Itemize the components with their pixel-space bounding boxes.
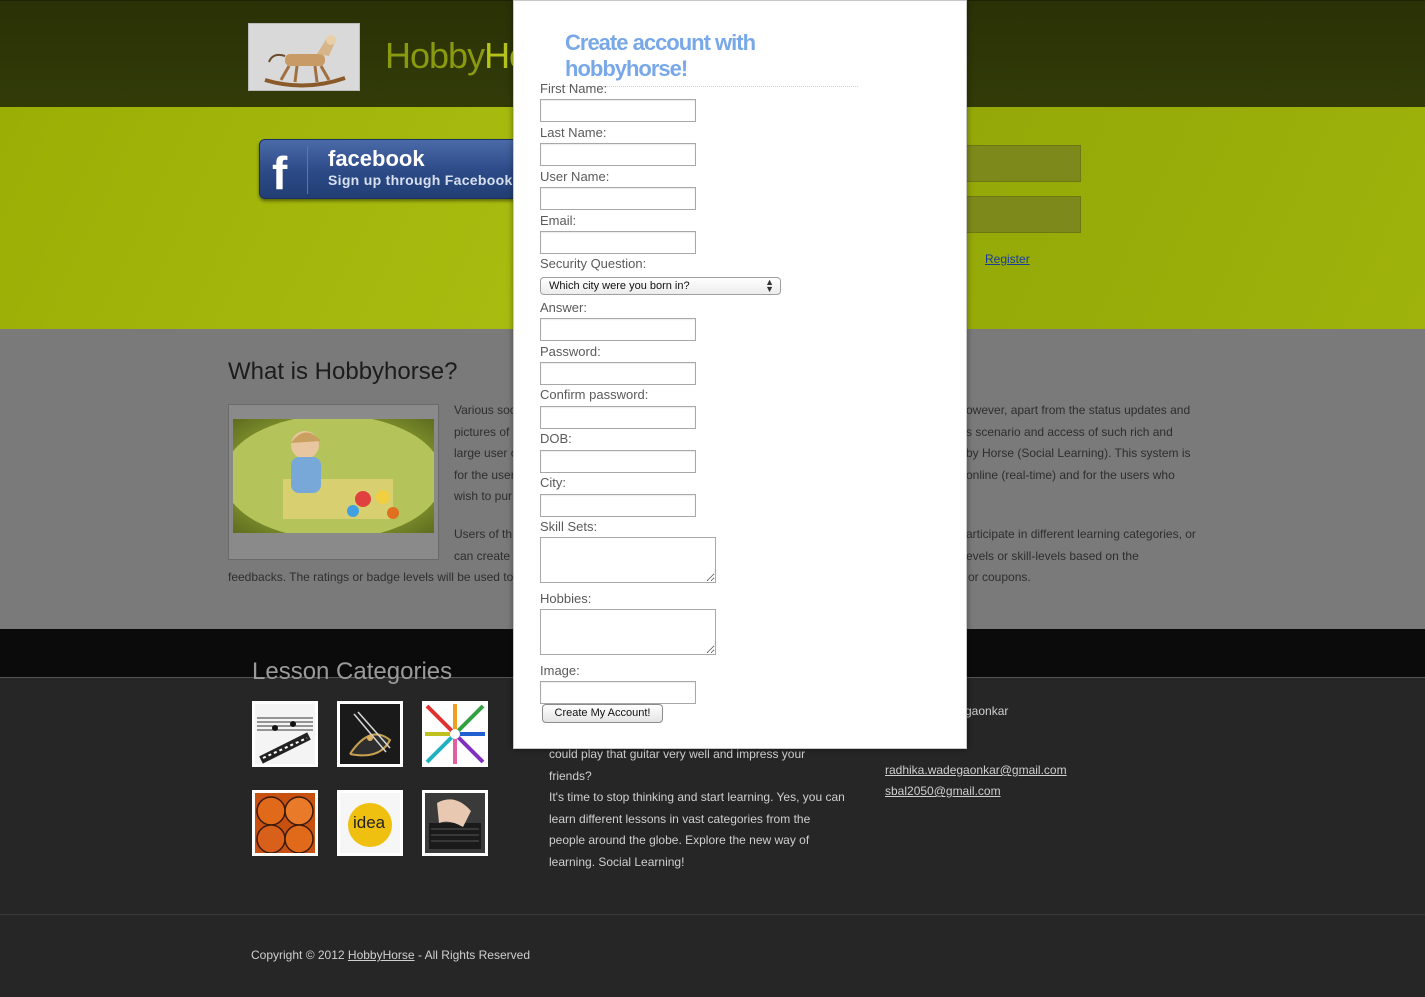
logo-text-part1: Hobby <box>385 35 485 76</box>
facebook-title: facebook <box>328 146 425 171</box>
footer-text-line: people around the globe. Explore the new… <box>549 833 810 847</box>
email-link[interactable]: sbal2050@gmail.com <box>885 784 1001 798</box>
footer-text-line: learn different lessons in vast categori… <box>549 811 811 826</box>
user-name-input[interactable] <box>540 187 696 210</box>
copyright-link[interactable]: HobbyHorse <box>348 948 415 962</box>
about-text-line: Users of th <box>454 527 513 541</box>
about-text-line: owever, apart from the status updates an… <box>966 403 1191 417</box>
about-text-line: wish to pur <box>454 489 513 503</box>
idea-category-icon[interactable]: idea <box>337 790 403 856</box>
about-text-line: feedbacks. The ratings or badge levels w… <box>228 570 514 584</box>
create-account-modal: Create account with hobbyhorse! First Na… <box>513 0 967 749</box>
answer-input[interactable] <box>540 318 696 341</box>
skill-sets-label: Skill Sets: <box>540 519 598 534</box>
image-input[interactable] <box>540 681 696 704</box>
confirm-password-input[interactable] <box>540 406 696 429</box>
password-label: Password: <box>540 344 601 359</box>
city-label: City: <box>540 475 566 490</box>
password-input[interactable] <box>540 362 696 385</box>
hobbies-textarea[interactable] <box>540 609 716 655</box>
facebook-subtitle: Sign up through Facebook <box>328 172 513 188</box>
last-name-input[interactable] <box>540 143 696 166</box>
email-link[interactable]: radhika.wadegaonkar@gmail.com <box>885 763 1067 777</box>
modal-title: Create account with hobbyhorse! <box>565 30 858 87</box>
about-text-line: for the user <box>454 467 515 482</box>
security-question-label: Security Question: <box>540 256 647 271</box>
about-text-line: evels or skill-levels based on the <box>966 548 1139 563</box>
first-name-label: First Name: <box>540 81 608 96</box>
contact-name: gaonkar <box>965 704 1009 718</box>
about-text-line: pictures of <box>454 424 510 439</box>
footer-text-line: It's time to stop thinking and start lea… <box>549 790 845 804</box>
footer-description: could play that guitar very well and imp… <box>549 744 849 873</box>
music-category-icon[interactable] <box>252 701 318 767</box>
idea-label: idea <box>353 813 386 832</box>
child-painting-image <box>228 404 439 560</box>
about-text-line: or coupons. <box>968 570 1031 584</box>
technology-category-icon[interactable] <box>422 790 488 856</box>
about-text-line: by Horse (Social Learning). This system … <box>966 446 1191 460</box>
answer-label: Answer: <box>540 300 587 315</box>
city-input[interactable] <box>540 494 696 517</box>
facebook-icon: f <box>272 146 308 199</box>
register-link[interactable]: Register <box>985 252 1030 266</box>
user-name-label: User Name: <box>540 169 610 184</box>
login-username-field[interactable] <box>955 145 1081 182</box>
guitar-category-icon[interactable] <box>337 701 403 767</box>
footer-text-line: friends? <box>549 768 592 783</box>
dob-input[interactable] <box>540 450 696 473</box>
footer-divider <box>0 914 1425 915</box>
hobbies-label: Hobbies: <box>540 591 592 606</box>
rocking-horse-logo[interactable] <box>248 23 360 91</box>
security-question-value: Which city were you born in? <box>549 280 690 292</box>
security-question-select[interactable]: Which city were you born in? ▲ ▼ <box>540 277 781 295</box>
about-text-line: articipate in different learning categor… <box>966 527 1196 541</box>
email-label: Email: <box>540 213 577 228</box>
about-text-line: online (real-time) and for the users who <box>966 467 1175 482</box>
sports-category-icon[interactable] <box>252 790 318 856</box>
skill-sets-textarea[interactable] <box>540 537 716 583</box>
about-text-line: large user c <box>454 446 517 460</box>
select-arrows-icon: ▲ ▼ <box>765 277 774 294</box>
about-text-line: s scenario and access of such rich and <box>966 424 1173 439</box>
first-name-input[interactable] <box>540 99 696 122</box>
image-label: Image: <box>540 663 580 678</box>
facebook-signup-button[interactable]: f facebook Sign up through Facebook <box>259 139 529 199</box>
email-input[interactable] <box>540 231 696 254</box>
lesson-categories-title: Lesson Categories <box>252 658 453 685</box>
login-password-field[interactable] <box>955 196 1081 233</box>
copyright-prefix: Copyright © 2012 <box>251 948 348 962</box>
site-logo-text[interactable]: HobbyHo <box>385 35 529 77</box>
last-name-label: Last Name: <box>540 125 607 140</box>
about-text-line: Various soc <box>454 403 516 417</box>
copyright: Copyright © 2012 HobbyHorse - All Rights… <box>251 948 530 962</box>
art-category-icon[interactable] <box>422 701 488 767</box>
footer-text-line: learning. Social Learning! <box>549 854 685 869</box>
create-account-button[interactable]: Create My Account! <box>542 704 663 723</box>
about-text-line: can create <box>454 548 511 563</box>
confirm-password-label: Confirm password: <box>540 387 649 402</box>
dob-label: DOB: <box>540 431 572 446</box>
copyright-suffix: - All Rights Reserved <box>414 948 530 962</box>
about-title: What is Hobbyhorse? <box>228 358 458 385</box>
